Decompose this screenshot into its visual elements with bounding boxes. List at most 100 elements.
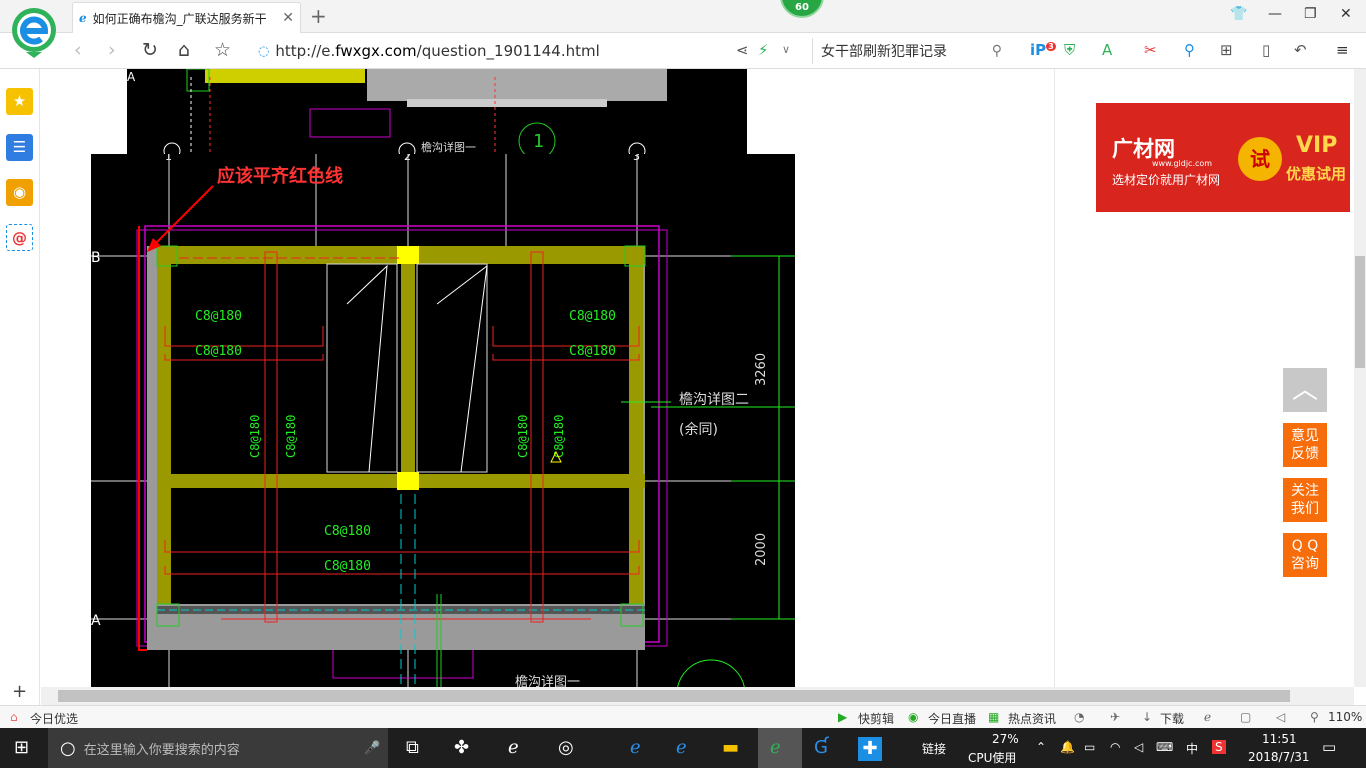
360-browser-active-icon[interactable]: ℯ: [758, 728, 802, 768]
cpu-label: CPU使用: [968, 751, 1017, 765]
speedometer-icon[interactable]: ◔: [1074, 710, 1084, 724]
guangcai-ad-banner[interactable]: 广材网 www.gldjc.com 选材定价就用广材网 试 VIP 优惠试用: [1096, 103, 1350, 212]
cad-drawing-main: 1 2 3 应该平齐红色线 B A C8@18: [91, 154, 795, 687]
restore-icon[interactable]: ❐: [1304, 6, 1317, 22]
phone-icon[interactable]: ▯: [1262, 41, 1270, 59]
close-window-icon[interactable]: ✕: [1340, 6, 1352, 22]
keyboard-icon[interactable]: ⌨: [1156, 740, 1173, 754]
chevron-up-icon[interactable]: ⌃: [1036, 740, 1046, 754]
translate-icon[interactable]: A: [1102, 41, 1112, 59]
email-icon[interactable]: @: [6, 224, 33, 251]
ad-domain: www.gldjc.com: [1152, 159, 1213, 168]
pin-icon[interactable]: ✈: [1110, 710, 1120, 724]
cad-annotation: 应该平齐红色线: [217, 165, 343, 187]
chevron-down-icon[interactable]: ∨: [782, 43, 790, 56]
live-link[interactable]: 今日直播: [928, 710, 976, 727]
add-sidebar-icon[interactable]: +: [12, 681, 27, 702]
chevron-up-icon: ︿: [1291, 375, 1318, 405]
taskbar-search-input[interactable]: ○ 在这里输入你要搜索的内容 🎤: [48, 728, 388, 768]
home-icon[interactable]: ⌂: [178, 39, 190, 61]
new-tab-button[interactable]: +: [310, 4, 327, 28]
search-icon[interactable]: ⚲: [992, 43, 1002, 59]
g-app-icon[interactable]: Ɠ: [814, 737, 828, 758]
refresh-icon[interactable]: ↻: [142, 39, 158, 61]
app-bell-icon[interactable]: ◎: [558, 737, 574, 758]
tab-close-icon[interactable]: ✕: [282, 10, 294, 26]
volume-icon[interactable]: ◁: [1134, 740, 1143, 754]
qq-consult-button[interactable]: Q Q 咨询: [1283, 533, 1327, 577]
browser-tab[interactable]: ℯ 如何正确布檐沟_广联达服务新干 ✕: [72, 2, 301, 33]
window-icon[interactable]: ▢: [1240, 710, 1251, 724]
horizontal-scroll-thumb[interactable]: [58, 690, 1290, 702]
rebar-label: C8@180: [569, 309, 616, 324]
cad-axis-b: B: [91, 250, 101, 266]
cad-detail-note: (余同): [679, 421, 718, 438]
search-text: 女干部刷新犯罪记录: [821, 44, 947, 60]
url-text: http://e.fwxgx.com/question_1901144.html: [275, 42, 600, 60]
undo-icon[interactable]: ↶: [1294, 41, 1307, 59]
wifi-icon[interactable]: ◠: [1110, 740, 1120, 754]
today-picks-link[interactable]: 今日优选: [30, 710, 78, 727]
link-label[interactable]: 链接: [922, 740, 946, 757]
follow-us-button[interactable]: 关注 我们: [1283, 478, 1327, 522]
ad-offer: 优惠试用: [1286, 165, 1347, 183]
ime-indicator[interactable]: 中: [1186, 740, 1198, 757]
minimize-icon[interactable]: —: [1268, 6, 1282, 22]
action-center-icon[interactable]: ▭: [1322, 738, 1336, 756]
apps-icon[interactable]: ⊞: [1220, 41, 1233, 59]
windows-start-icon[interactable]: ⊞: [14, 737, 29, 758]
mute-icon[interactable]: ◁: [1276, 710, 1285, 724]
ip-icon[interactable]: iP 3: [1030, 41, 1056, 59]
hot-news-link[interactable]: 热点资讯: [1008, 710, 1056, 727]
score-badge[interactable]: 60: [780, 0, 824, 18]
share-icon[interactable]: ⋖: [736, 41, 749, 59]
shirt-icon[interactable]: 👕: [1230, 6, 1247, 22]
file-explorer-icon[interactable]: ▬: [722, 737, 739, 758]
back-icon[interactable]: ‹: [74, 39, 82, 61]
ie-icon[interactable]: ℯ: [1204, 710, 1211, 724]
edge-legacy-icon[interactable]: ℯ: [508, 737, 519, 758]
reader-list-icon[interactable]: ☰: [6, 134, 33, 161]
internet-explorer-icon[interactable]: ℯ: [676, 737, 687, 758]
microphone-icon[interactable]: 🎤: [364, 741, 380, 756]
favorites-star-icon[interactable]: ★: [6, 88, 33, 115]
cpu-percent: 27%: [992, 732, 1019, 746]
vertical-scroll-thumb[interactable]: [1355, 256, 1365, 368]
plus-app-icon[interactable]: ✚: [858, 737, 882, 761]
search-input[interactable]: 女干部刷新犯罪记录 ⚲: [812, 38, 1010, 64]
windows-taskbar: ⊞ ○ 在这里输入你要搜索的内容 🎤 ⧉ ✤ ℯ ◎ ℯ ℯ ▬ ℯ Ɠ ✚ 链…: [0, 728, 1366, 768]
notification-bell-icon[interactable]: 🔔: [1060, 740, 1075, 754]
menu-icon[interactable]: ≡: [1336, 41, 1349, 59]
rebar-label: C8@180: [284, 415, 298, 458]
download-icon: ↓: [1142, 710, 1153, 724]
clock-date[interactable]: 2018/7/31: [1248, 750, 1310, 764]
fan-app-icon[interactable]: ✤: [454, 737, 469, 758]
browser-logo-icon[interactable]: [10, 6, 58, 58]
scissors-icon[interactable]: ✂: [1144, 41, 1157, 59]
forward-icon[interactable]: ›: [108, 39, 116, 61]
secure-icon: ◌: [258, 43, 270, 59]
edge-icon[interactable]: ℯ: [630, 737, 641, 758]
favorite-star-icon[interactable]: ☆: [214, 39, 231, 61]
zoom-level[interactable]: 110%: [1328, 710, 1362, 724]
rebar-label: C8@180: [248, 415, 262, 458]
speed-icon[interactable]: ⚡: [758, 41, 769, 59]
task-view-icon[interactable]: ⧉: [406, 737, 419, 758]
sogou-icon[interactable]: S: [1212, 740, 1226, 754]
weibo-icon[interactable]: ◉: [6, 179, 33, 206]
cad-axis-a-bottom: A: [91, 613, 101, 629]
shield-icon[interactable]: ⛨: [1064, 41, 1075, 59]
download-link[interactable]: 下载: [1160, 710, 1184, 727]
cad-dimension-1: 3260: [754, 353, 769, 386]
quick-edit-link[interactable]: 快剪辑: [858, 710, 894, 727]
magnifier-icon[interactable]: ⚲: [1184, 41, 1195, 59]
cad-detail-top: 檐沟详图一: [421, 140, 476, 154]
feedback-button[interactable]: 意见 反馈: [1283, 423, 1327, 467]
clock-time[interactable]: 11:51: [1262, 732, 1297, 746]
url-field[interactable]: ◌ http://e.fwxgx.com/question_1901144.ht…: [258, 38, 798, 64]
battery-icon[interactable]: ▭: [1084, 740, 1095, 754]
back-to-top-button[interactable]: ︿: [1283, 368, 1327, 412]
vertical-scrollbar[interactable]: [1354, 69, 1366, 687]
cad-callout-1: 1: [533, 131, 544, 152]
ad-try-badge: 试: [1238, 137, 1282, 181]
